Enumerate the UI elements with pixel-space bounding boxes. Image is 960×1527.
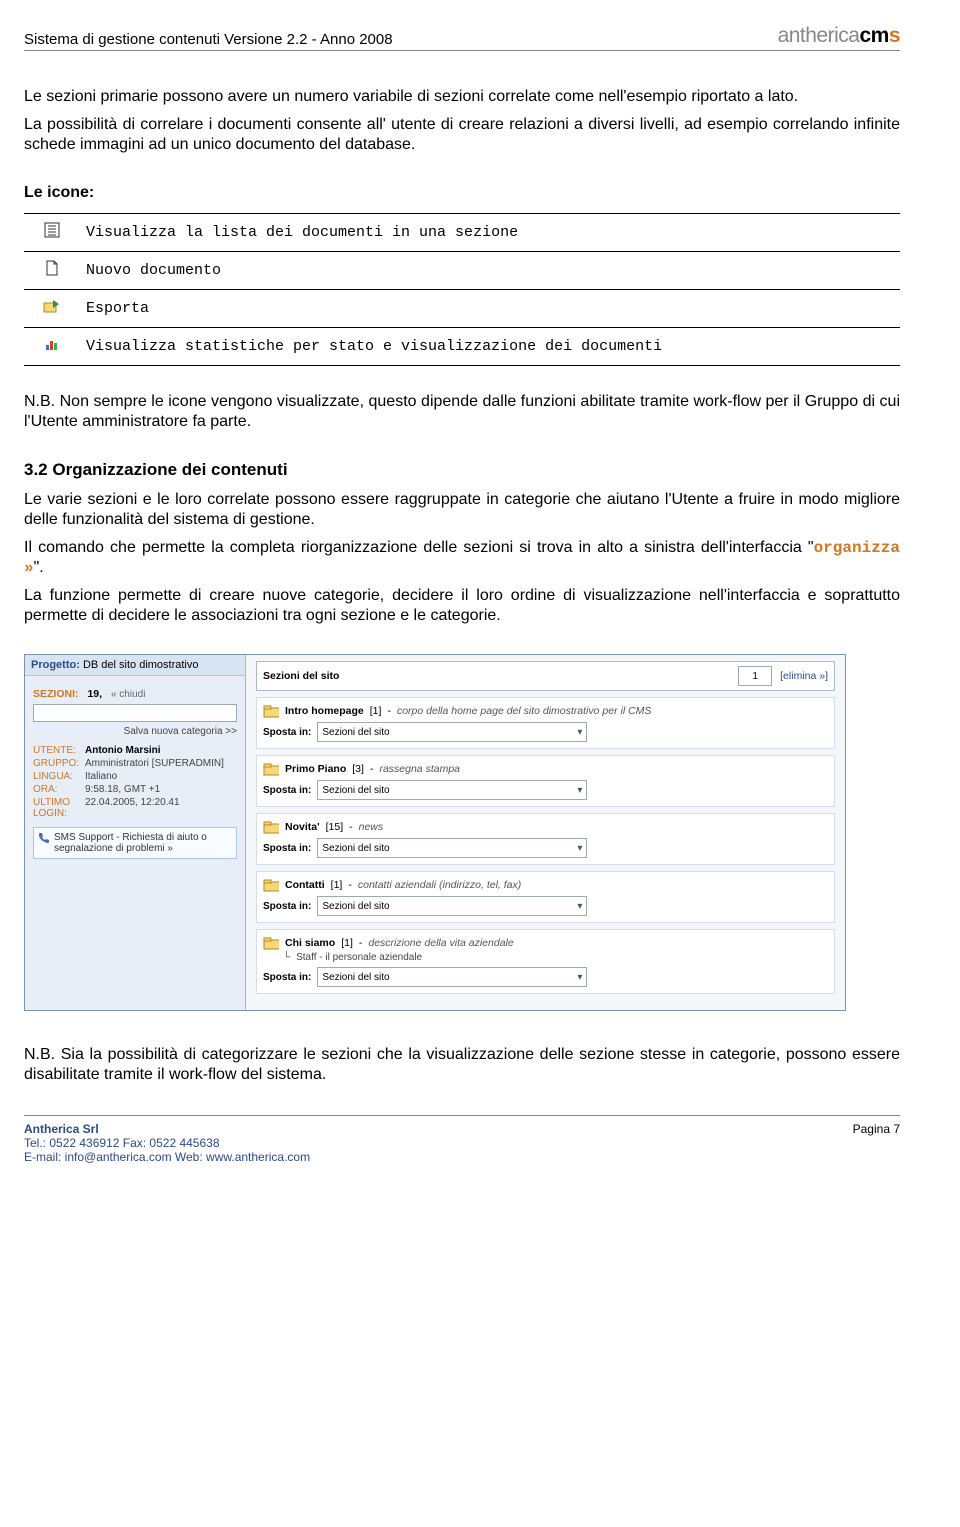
sezioni-line: SEZIONI: 19, « chiudi — [33, 688, 237, 700]
move-label: Sposta in: — [263, 785, 311, 796]
header-left-text: Sistema di gestione contenuti Versione 2… — [24, 31, 393, 48]
page-header: Sistema di gestione contenuti Versione 2… — [24, 24, 900, 51]
new-category-input[interactable] — [33, 704, 237, 722]
move-select[interactable]: Sezioni del sito▾ — [317, 838, 587, 858]
note-1: N.B. Non sempre le icone vengono visuali… — [24, 392, 900, 432]
icon-row: Esporta — [24, 290, 900, 328]
move-select[interactable]: Sezioni del sito▾ — [317, 780, 587, 800]
intro-paragraph-2: La possibilità di correlare i documenti … — [24, 115, 900, 155]
folder-icon — [263, 820, 279, 834]
stats-icon — [44, 336, 60, 352]
document-page: Sistema di gestione contenuti Versione 2… — [0, 0, 960, 1188]
icon-desc: Visualizza statistiche per stato e visua… — [80, 328, 900, 366]
section-name[interactable]: Contatti — [285, 879, 325, 891]
section-block: Chi siamo [1] - descrizione della vita a… — [256, 929, 835, 994]
main-top-bar: Sezioni del sito [elimina »] — [256, 661, 835, 691]
section-name[interactable]: Intro homepage — [285, 705, 364, 717]
move-label: Sposta in: — [263, 972, 311, 983]
icon-desc: Visualizza la lista dei documenti in una… — [80, 214, 900, 252]
section-block: Intro homepage [1] - corpo della home pa… — [256, 697, 835, 749]
section-count: [3] — [352, 763, 364, 775]
section-3-2-heading: 3.2 Organizzazione dei contenuti — [24, 460, 900, 480]
list-icon — [44, 222, 60, 238]
icon-desc: Nuovo documento — [80, 252, 900, 290]
folder-icon — [263, 878, 279, 892]
screenshot-main: Sezioni del sito [elimina »] Intro homep… — [246, 655, 845, 1010]
export-icon — [43, 298, 61, 314]
section-count: [1] — [331, 879, 343, 891]
move-label: Sposta in: — [263, 843, 311, 854]
save-category-button[interactable]: Salva nuova categoria >> — [33, 726, 237, 737]
embedded-screenshot: Progetto: DB del sito dimostrativo SEZIO… — [24, 654, 900, 1011]
icons-table: Visualizza la lista dei documenti in una… — [24, 213, 900, 366]
move-label: Sposta in: — [263, 901, 311, 912]
sub-section: └ Staff - il personale aziendale — [283, 952, 828, 963]
section-block: Novita' [15] - newsSposta in:Sezioni del… — [256, 813, 835, 865]
section-name[interactable]: Chi siamo — [285, 937, 335, 949]
new-doc-icon — [44, 260, 60, 276]
section-3-2-p2: Il comando che permette la completa rior… — [24, 538, 900, 578]
section-count: [1] — [341, 937, 353, 949]
page-number: Pagina 7 — [853, 1122, 900, 1164]
folder-icon — [263, 936, 279, 950]
folder-icon — [263, 762, 279, 776]
section-name[interactable]: Novita' — [285, 821, 320, 833]
brand-logo: anthericacms — [778, 24, 900, 48]
move-select[interactable]: Sezioni del sito▾ — [317, 722, 587, 742]
section-3-2-p1: Le varie sezioni e le loro correlate pos… — [24, 490, 900, 530]
move-label: Sposta in: — [263, 727, 311, 738]
intro-paragraph-1: Le sezioni primarie possono avere un num… — [24, 87, 900, 107]
section-count: [1] — [370, 705, 382, 717]
footer-email: E-mail: info@antherica.com Web: www.anth… — [24, 1150, 310, 1164]
icons-heading: Le icone: — [24, 183, 900, 203]
section-desc: corpo della home page del sito dimostrat… — [397, 705, 651, 717]
move-select[interactable]: Sezioni del sito▾ — [317, 967, 587, 987]
sms-support-box[interactable]: SMS Support - Richiesta di aiuto o segna… — [33, 827, 237, 859]
icon-row: Visualizza statistiche per stato e visua… — [24, 328, 900, 366]
screenshot-sidebar: Progetto: DB del sito dimostrativo SEZIO… — [25, 655, 246, 1010]
footer-company: Antherica Srl — [24, 1122, 310, 1136]
icon-row: Nuovo documento — [24, 252, 900, 290]
icon-desc: Esporta — [80, 290, 900, 328]
section-3-2-p3: La funzione permette di creare nuove cat… — [24, 586, 900, 626]
chevron-down-icon: ▾ — [577, 901, 582, 912]
folder-icon — [263, 704, 279, 718]
close-link[interactable]: « chiudi — [111, 689, 145, 700]
footer-tel: Tel.: 0522 436912 Fax: 0522 445638 — [24, 1136, 310, 1150]
section-desc: descrizione della vita aziendale — [368, 937, 513, 949]
chevron-down-icon: ▾ — [577, 727, 582, 738]
project-bar: Progetto: DB del sito dimostrativo — [25, 655, 245, 676]
phone-icon — [38, 832, 50, 844]
chevron-down-icon: ▾ — [577, 843, 582, 854]
note-2: N.B. Sia la possibilità di categorizzare… — [24, 1045, 900, 1085]
icon-row: Visualizza la lista dei documenti in una… — [24, 214, 900, 252]
delete-link[interactable]: [elimina »] — [780, 670, 828, 682]
page-footer: Antherica Srl Tel.: 0522 436912 Fax: 052… — [24, 1115, 900, 1164]
chevron-down-icon: ▾ — [577, 785, 582, 796]
section-desc: contatti aziendali (indirizzo, tel, fax) — [358, 879, 521, 891]
section-name[interactable]: Primo Piano — [285, 763, 346, 775]
page-number-input[interactable] — [738, 666, 772, 686]
section-count: [15] — [326, 821, 344, 833]
move-select[interactable]: Sezioni del sito▾ — [317, 896, 587, 916]
section-block: Contatti [1] - contatti aziendali (indir… — [256, 871, 835, 923]
section-desc: news — [359, 821, 384, 833]
chevron-down-icon: ▾ — [577, 972, 582, 983]
section-desc: rassegna stampa — [379, 763, 460, 775]
section-block: Primo Piano [3] - rassegna stampaSposta … — [256, 755, 835, 807]
